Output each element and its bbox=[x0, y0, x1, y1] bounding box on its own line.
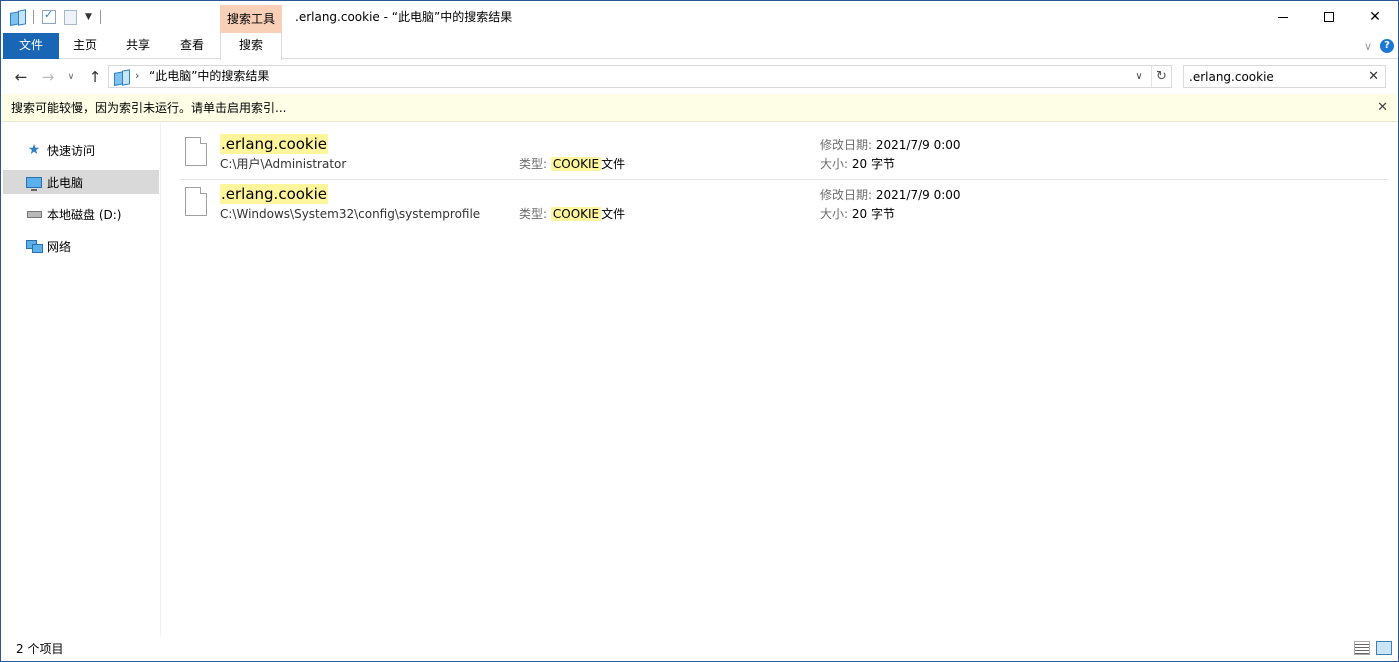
nav-item-network[interactable]: 网络 bbox=[3, 234, 159, 258]
folder-icon bbox=[113, 70, 129, 84]
nav-item-label: 快速访问 bbox=[47, 143, 96, 158]
ribbon-tabs: 文件 主页 共享 查看 搜索 ∨ ? bbox=[1, 33, 1398, 60]
toolbar-separator bbox=[33, 10, 34, 24]
folder-icon bbox=[9, 10, 25, 24]
recent-locations-chevron-icon[interactable]: ∨ bbox=[64, 67, 78, 87]
size-value: 20 字节 bbox=[851, 157, 895, 171]
navigation-bar: ← → ∨ ↑ › “此电脑”中的搜索结果 ∨ ↻ ✕ bbox=[1, 60, 1398, 94]
size-label: 大小: bbox=[820, 157, 849, 171]
clear-search-icon[interactable]: ✕ bbox=[1368, 66, 1379, 87]
date-value: 2021/7/9 0:00 bbox=[875, 138, 961, 152]
close-button[interactable]: ✕ bbox=[1352, 1, 1398, 33]
quick-access-toolbar: ▼ bbox=[9, 7, 101, 27]
date-label: 修改日期: bbox=[820, 188, 873, 202]
file-name[interactable]: .erlang.cookie bbox=[220, 184, 329, 204]
breadcrumb-chevron-icon[interactable]: › bbox=[135, 69, 139, 82]
file-size: 大小: 20 字节 bbox=[820, 156, 895, 172]
breadcrumb[interactable]: “此电脑”中的搜索结果 bbox=[149, 66, 269, 87]
up-button[interactable]: ↑ bbox=[85, 67, 105, 87]
star-icon: ★ bbox=[27, 142, 41, 158]
modified-date: 修改日期: 2021/7/9 0:00 bbox=[820, 187, 961, 203]
new-folder-icon[interactable] bbox=[64, 9, 77, 25]
size-label: 大小: bbox=[820, 207, 849, 221]
maximize-icon bbox=[1324, 12, 1334, 22]
info-bar[interactable]: 搜索可能较慢，因为索引未运行。请单击启用索引... ✕ bbox=[1, 94, 1398, 122]
file-path: C:\Windows\System32\config\systemprofile bbox=[220, 207, 481, 221]
title-bar: ▼ 搜索工具 .erlang.cookie - “此电脑”中的搜索结果 ✕ bbox=[1, 1, 1398, 33]
forward-button[interactable]: → bbox=[38, 67, 58, 87]
nav-item-label: 网络 bbox=[47, 239, 72, 254]
type-highlight: COOKIE bbox=[550, 157, 602, 171]
explorer-window: ▼ 搜索工具 .erlang.cookie - “此电脑”中的搜索结果 ✕ 文件… bbox=[0, 0, 1399, 662]
details-view-icon[interactable] bbox=[1354, 641, 1370, 655]
help-icon[interactable]: ? bbox=[1380, 39, 1394, 53]
type-highlight: COOKIE bbox=[550, 207, 602, 221]
type-suffix: 文件 bbox=[601, 157, 626, 171]
file-icon bbox=[185, 187, 207, 216]
minimize-icon bbox=[1278, 16, 1288, 18]
type-label: 类型: bbox=[519, 157, 548, 171]
type-label: 类型: bbox=[519, 207, 548, 221]
date-value: 2021/7/9 0:00 bbox=[875, 188, 961, 202]
result-item[interactable]: .erlang.cookie C:\Windows\System32\confi… bbox=[180, 180, 1388, 230]
back-button[interactable]: ← bbox=[11, 67, 31, 87]
view-switcher bbox=[1354, 641, 1392, 655]
status-bar: 2 个项目 bbox=[1, 637, 1398, 661]
tab-home[interactable]: 主页 bbox=[59, 33, 111, 59]
toolbar-separator bbox=[99, 10, 101, 24]
indexing-message[interactable]: 搜索可能较慢，因为索引未运行。请单击启用索引... bbox=[11, 94, 286, 122]
network-icon bbox=[25, 238, 43, 254]
result-item[interactable]: .erlang.cookie C:\用户\Administrator 类型: C… bbox=[180, 130, 1388, 180]
file-icon bbox=[185, 137, 207, 166]
address-dropdown-chevron-icon[interactable]: ∨ bbox=[1129, 66, 1149, 87]
tab-share[interactable]: 共享 bbox=[111, 33, 165, 59]
properties-icon[interactable] bbox=[42, 8, 56, 24]
search-results-pane: .erlang.cookie C:\用户\Administrator 类型: C… bbox=[162, 123, 1398, 636]
ribbon-controls: ∨ ? bbox=[1364, 39, 1394, 53]
tab-search[interactable]: 搜索 bbox=[220, 33, 282, 60]
address-bar[interactable]: › “此电脑”中的搜索结果 ∨ ↻ bbox=[108, 65, 1172, 88]
refresh-icon[interactable]: ↻ bbox=[1151, 66, 1171, 87]
file-type: 类型: COOKIE 文件 bbox=[519, 206, 625, 222]
file-path: C:\用户\Administrator bbox=[220, 157, 347, 171]
navigation-pane: ★ 快速访问 此电脑 本地磁盘 (D:) 网络 bbox=[1, 123, 161, 636]
file-type: 类型: COOKIE 文件 bbox=[519, 156, 625, 172]
tab-file[interactable]: 文件 bbox=[3, 33, 59, 59]
close-info-bar-icon[interactable]: ✕ bbox=[1377, 94, 1388, 122]
item-count: 2 个项目 bbox=[16, 642, 64, 656]
customize-toolbar-chevron-icon[interactable]: ▼ bbox=[85, 12, 92, 22]
close-icon: ✕ bbox=[1369, 9, 1381, 25]
computer-icon bbox=[25, 174, 43, 191]
nav-item-quick-access[interactable]: ★ 快速访问 bbox=[3, 138, 159, 162]
file-name[interactable]: .erlang.cookie bbox=[220, 134, 329, 154]
nav-item-local-disk-d[interactable]: 本地磁盘 (D:) bbox=[3, 202, 159, 226]
window-title: .erlang.cookie - “此电脑”中的搜索结果 bbox=[295, 10, 513, 24]
search-box[interactable]: ✕ bbox=[1183, 65, 1386, 88]
minimize-button[interactable] bbox=[1260, 1, 1306, 33]
nav-item-label: 此电脑 bbox=[47, 175, 84, 190]
size-value: 20 字节 bbox=[851, 207, 895, 221]
date-label: 修改日期: bbox=[820, 138, 873, 152]
nav-item-this-pc[interactable]: 此电脑 bbox=[3, 170, 159, 194]
search-input[interactable] bbox=[1189, 68, 1359, 85]
tab-view[interactable]: 查看 bbox=[165, 33, 219, 59]
file-size: 大小: 20 字节 bbox=[820, 206, 895, 222]
expand-ribbon-chevron-icon[interactable]: ∨ bbox=[1364, 40, 1372, 53]
nav-item-label: 本地磁盘 (D:) bbox=[47, 207, 122, 222]
modified-date: 修改日期: 2021/7/9 0:00 bbox=[820, 137, 961, 153]
content-view-icon[interactable] bbox=[1376, 641, 1392, 655]
type-suffix: 文件 bbox=[601, 207, 626, 221]
drive-icon bbox=[25, 206, 43, 222]
maximize-button[interactable] bbox=[1306, 1, 1352, 33]
search-tools-group-label: 搜索工具 bbox=[220, 5, 282, 33]
